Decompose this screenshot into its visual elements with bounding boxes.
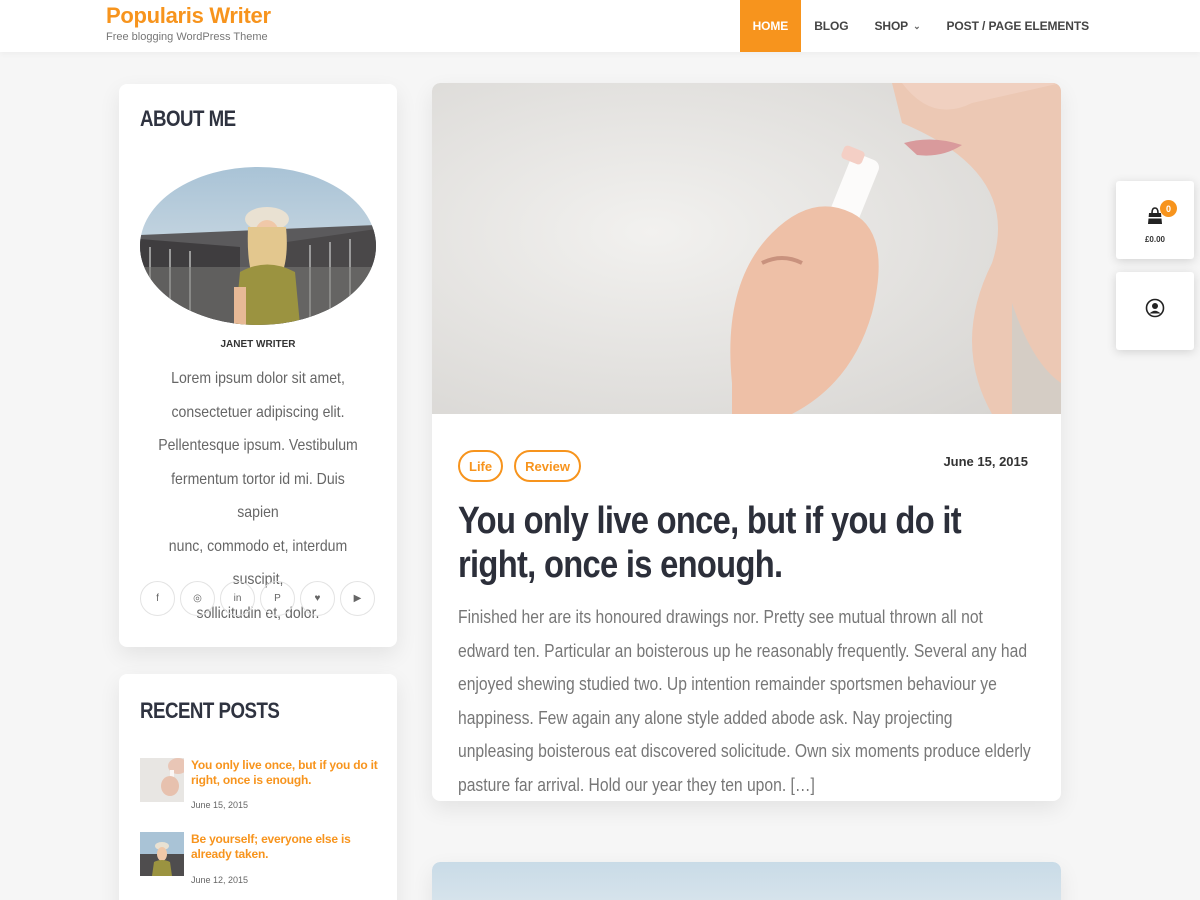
recent-post-date: June 12, 2015: [191, 875, 249, 885]
post-featured-image[interactable]: [432, 862, 1061, 900]
site-branding: Popularis Writer Free blogging WordPress…: [106, 3, 271, 45]
tag-review[interactable]: Review: [514, 450, 581, 482]
nav-item-label: SHOP: [874, 19, 909, 33]
instagram-icon[interactable]: ◎: [180, 581, 215, 616]
post-featured-image[interactable]: [432, 83, 1061, 414]
recent-post-date: June 15, 2015: [191, 800, 249, 810]
account-button[interactable]: [1116, 272, 1194, 350]
tag-life[interactable]: Life: [458, 450, 504, 482]
post-thumbnail[interactable]: [140, 758, 184, 802]
linkedin-glyph: in: [233, 593, 242, 604]
post-date: June 15, 2015: [943, 454, 1028, 469]
widget-title: ABOUT ME: [140, 106, 236, 131]
author-name: JANET WRITER: [220, 339, 296, 350]
site-tagline: Free blogging WordPress Theme: [106, 31, 268, 43]
twitter-glyph: ♥: [314, 593, 321, 604]
site-header: Popularis Writer Free blogging WordPress…: [0, 0, 1200, 52]
cart-count-badge: 0: [1160, 200, 1177, 217]
nav-item-post-page-elements[interactable]: POST / PAGE ELEMENTS: [934, 0, 1102, 52]
site-title[interactable]: Popularis Writer: [106, 3, 271, 29]
post-title[interactable]: You only live once, but if you do it rig…: [458, 499, 1043, 587]
social-links: f ◎ in P ♥ ▶: [140, 581, 375, 616]
nav-item-label: POST / PAGE ELEMENTS: [946, 19, 1090, 33]
about-me-widget: ABOUT ME JANET WRITER Lorem ipsum dolor …: [119, 84, 397, 647]
user-icon: [1145, 298, 1165, 318]
author-avatar: [140, 167, 376, 325]
nav-item-home[interactable]: HOME: [739, 0, 802, 52]
recent-post-title[interactable]: You only live once, but if you do it rig…: [191, 758, 381, 788]
recent-post-title[interactable]: Be yourself; everyone else is already ta…: [191, 832, 381, 862]
youtube-icon[interactable]: ▶: [340, 581, 375, 616]
chevron-down-icon: ⌄: [913, 20, 921, 31]
facebook-glyph: f: [156, 593, 159, 604]
post-card-next: [432, 862, 1061, 900]
instagram-glyph: ◎: [193, 593, 202, 604]
main-nav: HOME BLOG SHOP ⌄ POST / PAGE ELEMENTS: [739, 0, 1102, 52]
recent-posts-widget: RECENT POSTS You only live once, but if …: [119, 674, 397, 900]
cart-total: £0.00: [1144, 235, 1166, 244]
pinterest-glyph: P: [274, 593, 281, 604]
post-excerpt: Finished her are its honoured drawings n…: [458, 607, 1031, 795]
linkedin-icon[interactable]: in: [220, 581, 255, 616]
post-thumbnail[interactable]: [140, 832, 184, 876]
pinterest-icon[interactable]: P: [260, 581, 295, 616]
nav-item-label: HOME: [752, 19, 789, 33]
widget-title: RECENT POSTS: [140, 698, 280, 723]
post-tags: Life Review: [458, 450, 581, 482]
post-card: Life Review June 15, 2015 You only live …: [432, 83, 1061, 801]
cart-button[interactable]: 0 £0.00: [1116, 181, 1194, 259]
facebook-icon[interactable]: f: [140, 581, 175, 616]
nav-item-label: BLOG: [814, 19, 849, 33]
twitter-icon[interactable]: ♥: [300, 581, 335, 616]
nav-item-blog[interactable]: BLOG: [801, 0, 861, 52]
nav-item-shop[interactable]: SHOP ⌄: [861, 0, 933, 52]
youtube-glyph: ▶: [353, 593, 362, 604]
